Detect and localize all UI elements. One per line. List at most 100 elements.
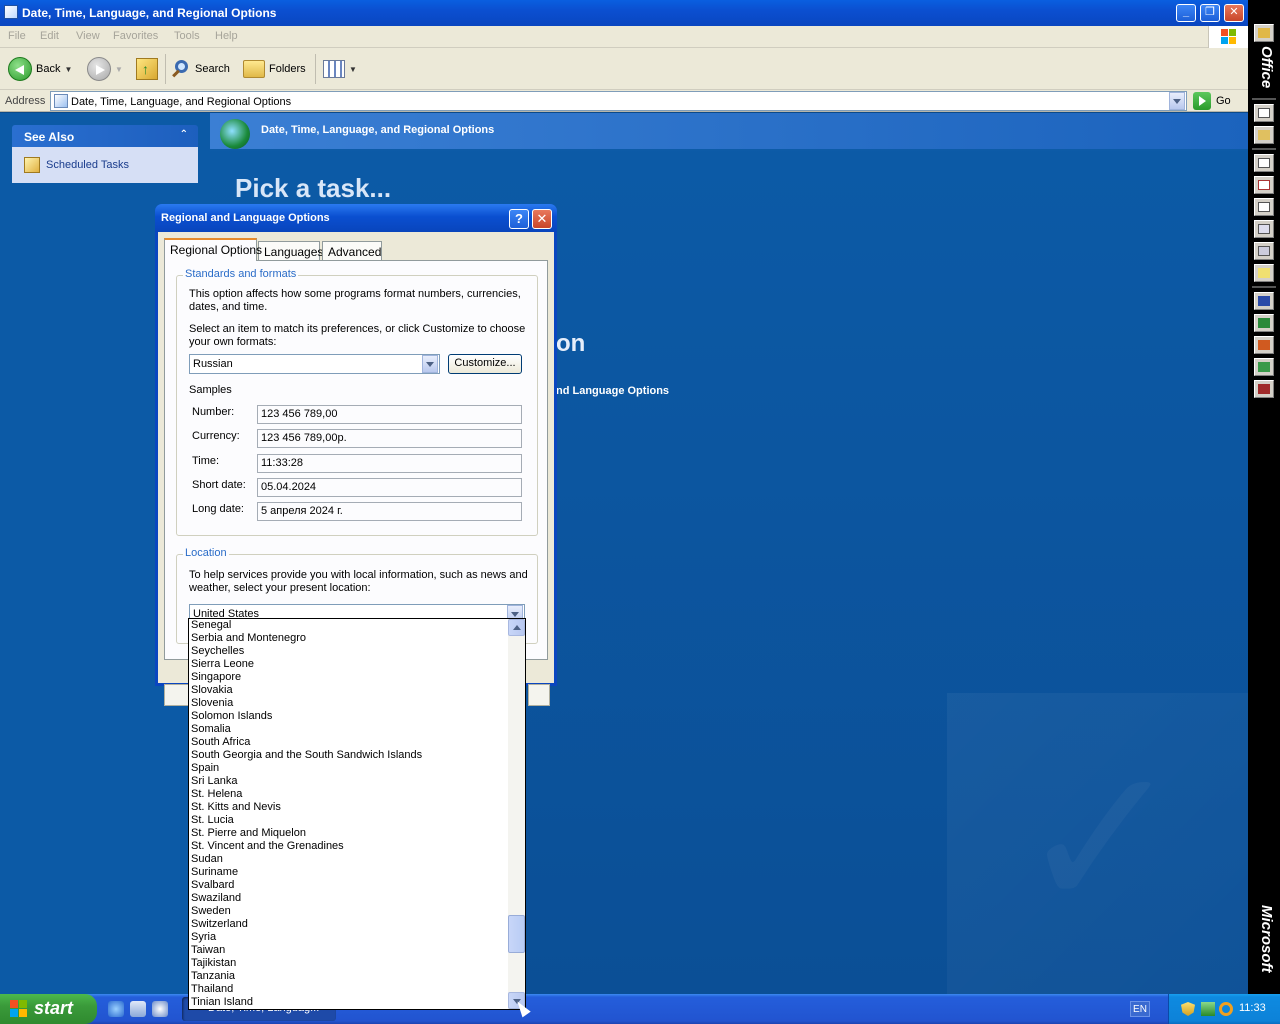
customize-button[interactable]: Customize... — [448, 354, 522, 374]
new-contact-icon[interactable] — [1254, 220, 1274, 238]
go-button[interactable]: Go — [1193, 92, 1231, 110]
menu-help[interactable]: Help — [215, 30, 238, 42]
search-button[interactable]: Search — [171, 56, 230, 82]
location-option[interactable]: St. Kitts and Nevis — [189, 801, 508, 814]
location-option[interactable]: St. Lucia — [189, 814, 508, 827]
sample-number-value: 123 456 789,00 — [257, 405, 522, 424]
menu-tools[interactable]: Tools — [174, 30, 200, 42]
start-label: start — [34, 998, 74, 1018]
location-option[interactable]: Slovenia — [189, 697, 508, 710]
minimize-button[interactable]: _ — [1176, 4, 1196, 22]
microsoft-label: Microsoft — [1258, 905, 1275, 973]
forward-dropdown-icon[interactable]: ▼ — [115, 65, 123, 74]
location-option[interactable]: St. Helena — [189, 788, 508, 801]
location-option[interactable]: Senegal — [189, 619, 508, 632]
folders-button[interactable]: Folders — [243, 56, 306, 82]
location-option[interactable]: St. Vincent and the Grenadines — [189, 840, 508, 853]
dropdown-scrollbar[interactable] — [508, 619, 525, 1009]
internet-explorer-icon[interactable] — [108, 1001, 124, 1017]
search-icon — [171, 59, 191, 79]
search-tray-icon[interactable] — [1219, 1002, 1233, 1016]
word-icon[interactable] — [1254, 292, 1274, 310]
location-option[interactable]: Tinian Island — [189, 996, 508, 1009]
office-shortcut-bar: Office Microsoft — [1248, 0, 1280, 994]
location-option[interactable]: Sri Lanka — [189, 775, 508, 788]
language-indicator[interactable]: EN — [1130, 1001, 1150, 1017]
location-option[interactable]: South Georgia and the South Sandwich Isl… — [189, 749, 508, 762]
access-icon[interactable] — [1254, 380, 1274, 398]
menu-view[interactable]: View — [76, 30, 100, 42]
open-document-icon[interactable] — [1254, 126, 1274, 144]
restore-button[interactable]: ❐ — [1200, 4, 1220, 22]
location-option[interactable]: Swaziland — [189, 892, 508, 905]
new-note-icon[interactable] — [1254, 264, 1274, 282]
menu-edit[interactable]: Edit — [40, 30, 59, 42]
new-document-icon[interactable] — [1254, 104, 1274, 122]
address-field[interactable]: Date, Time, Language, and Regional Optio… — [50, 91, 1187, 111]
location-option[interactable]: Sierra Leone — [189, 658, 508, 671]
location-option[interactable]: Suriname — [189, 866, 508, 879]
scheduled-tasks-link[interactable]: Scheduled Tasks — [46, 159, 129, 171]
explorer-titlebar[interactable]: Date, Time, Language, and Regional Optio… — [0, 0, 1248, 26]
forward-button[interactable]: ▼ — [87, 56, 123, 82]
location-option[interactable]: Solomon Islands — [189, 710, 508, 723]
location-option[interactable]: Spain — [189, 762, 508, 775]
help-button[interactable]: ? — [509, 209, 529, 229]
format-select[interactable]: Russian — [189, 354, 440, 374]
tab-advanced[interactable]: Advanced — [322, 241, 382, 260]
location-option[interactable]: Thailand — [189, 983, 508, 996]
category-watermark — [947, 693, 1248, 994]
location-option[interactable]: Svalbard — [189, 879, 508, 892]
clock[interactable]: 11:33 — [1239, 1002, 1266, 1014]
sample-number-label: Number: — [192, 406, 235, 418]
location-option[interactable]: St. Pierre and Miquelon — [189, 827, 508, 840]
show-desktop-icon[interactable] — [130, 1001, 146, 1017]
format-dropdown-button[interactable] — [422, 355, 438, 373]
location-option[interactable]: Taiwan — [189, 944, 508, 957]
location-option[interactable]: Singapore — [189, 671, 508, 684]
dialog-close-button[interactable]: ✕ — [532, 209, 552, 229]
regional-options-link[interactable]: nd Language Options — [556, 385, 669, 397]
location-option[interactable]: Slovakia — [189, 684, 508, 697]
address-dropdown-button[interactable] — [1169, 92, 1185, 110]
new-appointment-icon[interactable] — [1254, 176, 1274, 194]
security-shield-icon[interactable] — [1181, 1002, 1195, 1016]
scroll-thumb[interactable] — [508, 915, 525, 953]
location-option[interactable]: South Africa — [189, 736, 508, 749]
location-option[interactable]: Sudan — [189, 853, 508, 866]
apply-button[interactable] — [528, 684, 550, 706]
menu-favorites[interactable]: Favorites — [113, 30, 158, 42]
standards-formats-title: Standards and formats — [183, 268, 299, 280]
location-option[interactable]: Tajikistan — [189, 957, 508, 970]
views-button[interactable]: ▼ — [323, 56, 357, 82]
media-player-icon[interactable] — [152, 1001, 168, 1017]
new-journal-icon[interactable] — [1254, 242, 1274, 260]
location-option[interactable]: Somalia — [189, 723, 508, 736]
dialog-titlebar[interactable]: Regional and Language Options ? ✕ — [155, 204, 557, 232]
new-task-icon[interactable] — [1254, 198, 1274, 216]
close-button[interactable]: ✕ — [1224, 4, 1244, 22]
menu-file[interactable]: File — [8, 30, 26, 42]
location-option[interactable]: Serbia and Montenegro — [189, 632, 508, 645]
outlook-icon[interactable] — [1254, 358, 1274, 376]
location-option[interactable]: Sweden — [189, 905, 508, 918]
location-option[interactable]: Seychelles — [189, 645, 508, 658]
scroll-up-button[interactable] — [508, 619, 525, 636]
network-icon[interactable] — [1201, 1002, 1215, 1016]
collapse-chevron-icon[interactable]: ⌃ — [180, 129, 188, 140]
see-also-header[interactable]: See Also ⌃ — [12, 125, 198, 147]
powerpoint-icon[interactable] — [1254, 336, 1274, 354]
new-message-icon[interactable] — [1254, 154, 1274, 172]
office-folder-icon[interactable] — [1254, 24, 1274, 42]
category-title: Date, Time, Language, and Regional Optio… — [261, 124, 495, 136]
tab-languages[interactable]: Languages — [258, 241, 323, 260]
back-dropdown-icon[interactable]: ▼ — [64, 65, 72, 74]
tab-regional-options[interactable]: Regional Options — [164, 238, 262, 261]
up-folder-button[interactable]: ↑ — [136, 56, 158, 82]
location-option[interactable]: Switzerland — [189, 918, 508, 931]
start-button[interactable]: start — [0, 994, 97, 1024]
excel-icon[interactable] — [1254, 314, 1274, 332]
back-button[interactable]: Back ▼ — [8, 56, 72, 82]
location-option[interactable]: Tanzania — [189, 970, 508, 983]
location-option[interactable]: Syria — [189, 931, 508, 944]
